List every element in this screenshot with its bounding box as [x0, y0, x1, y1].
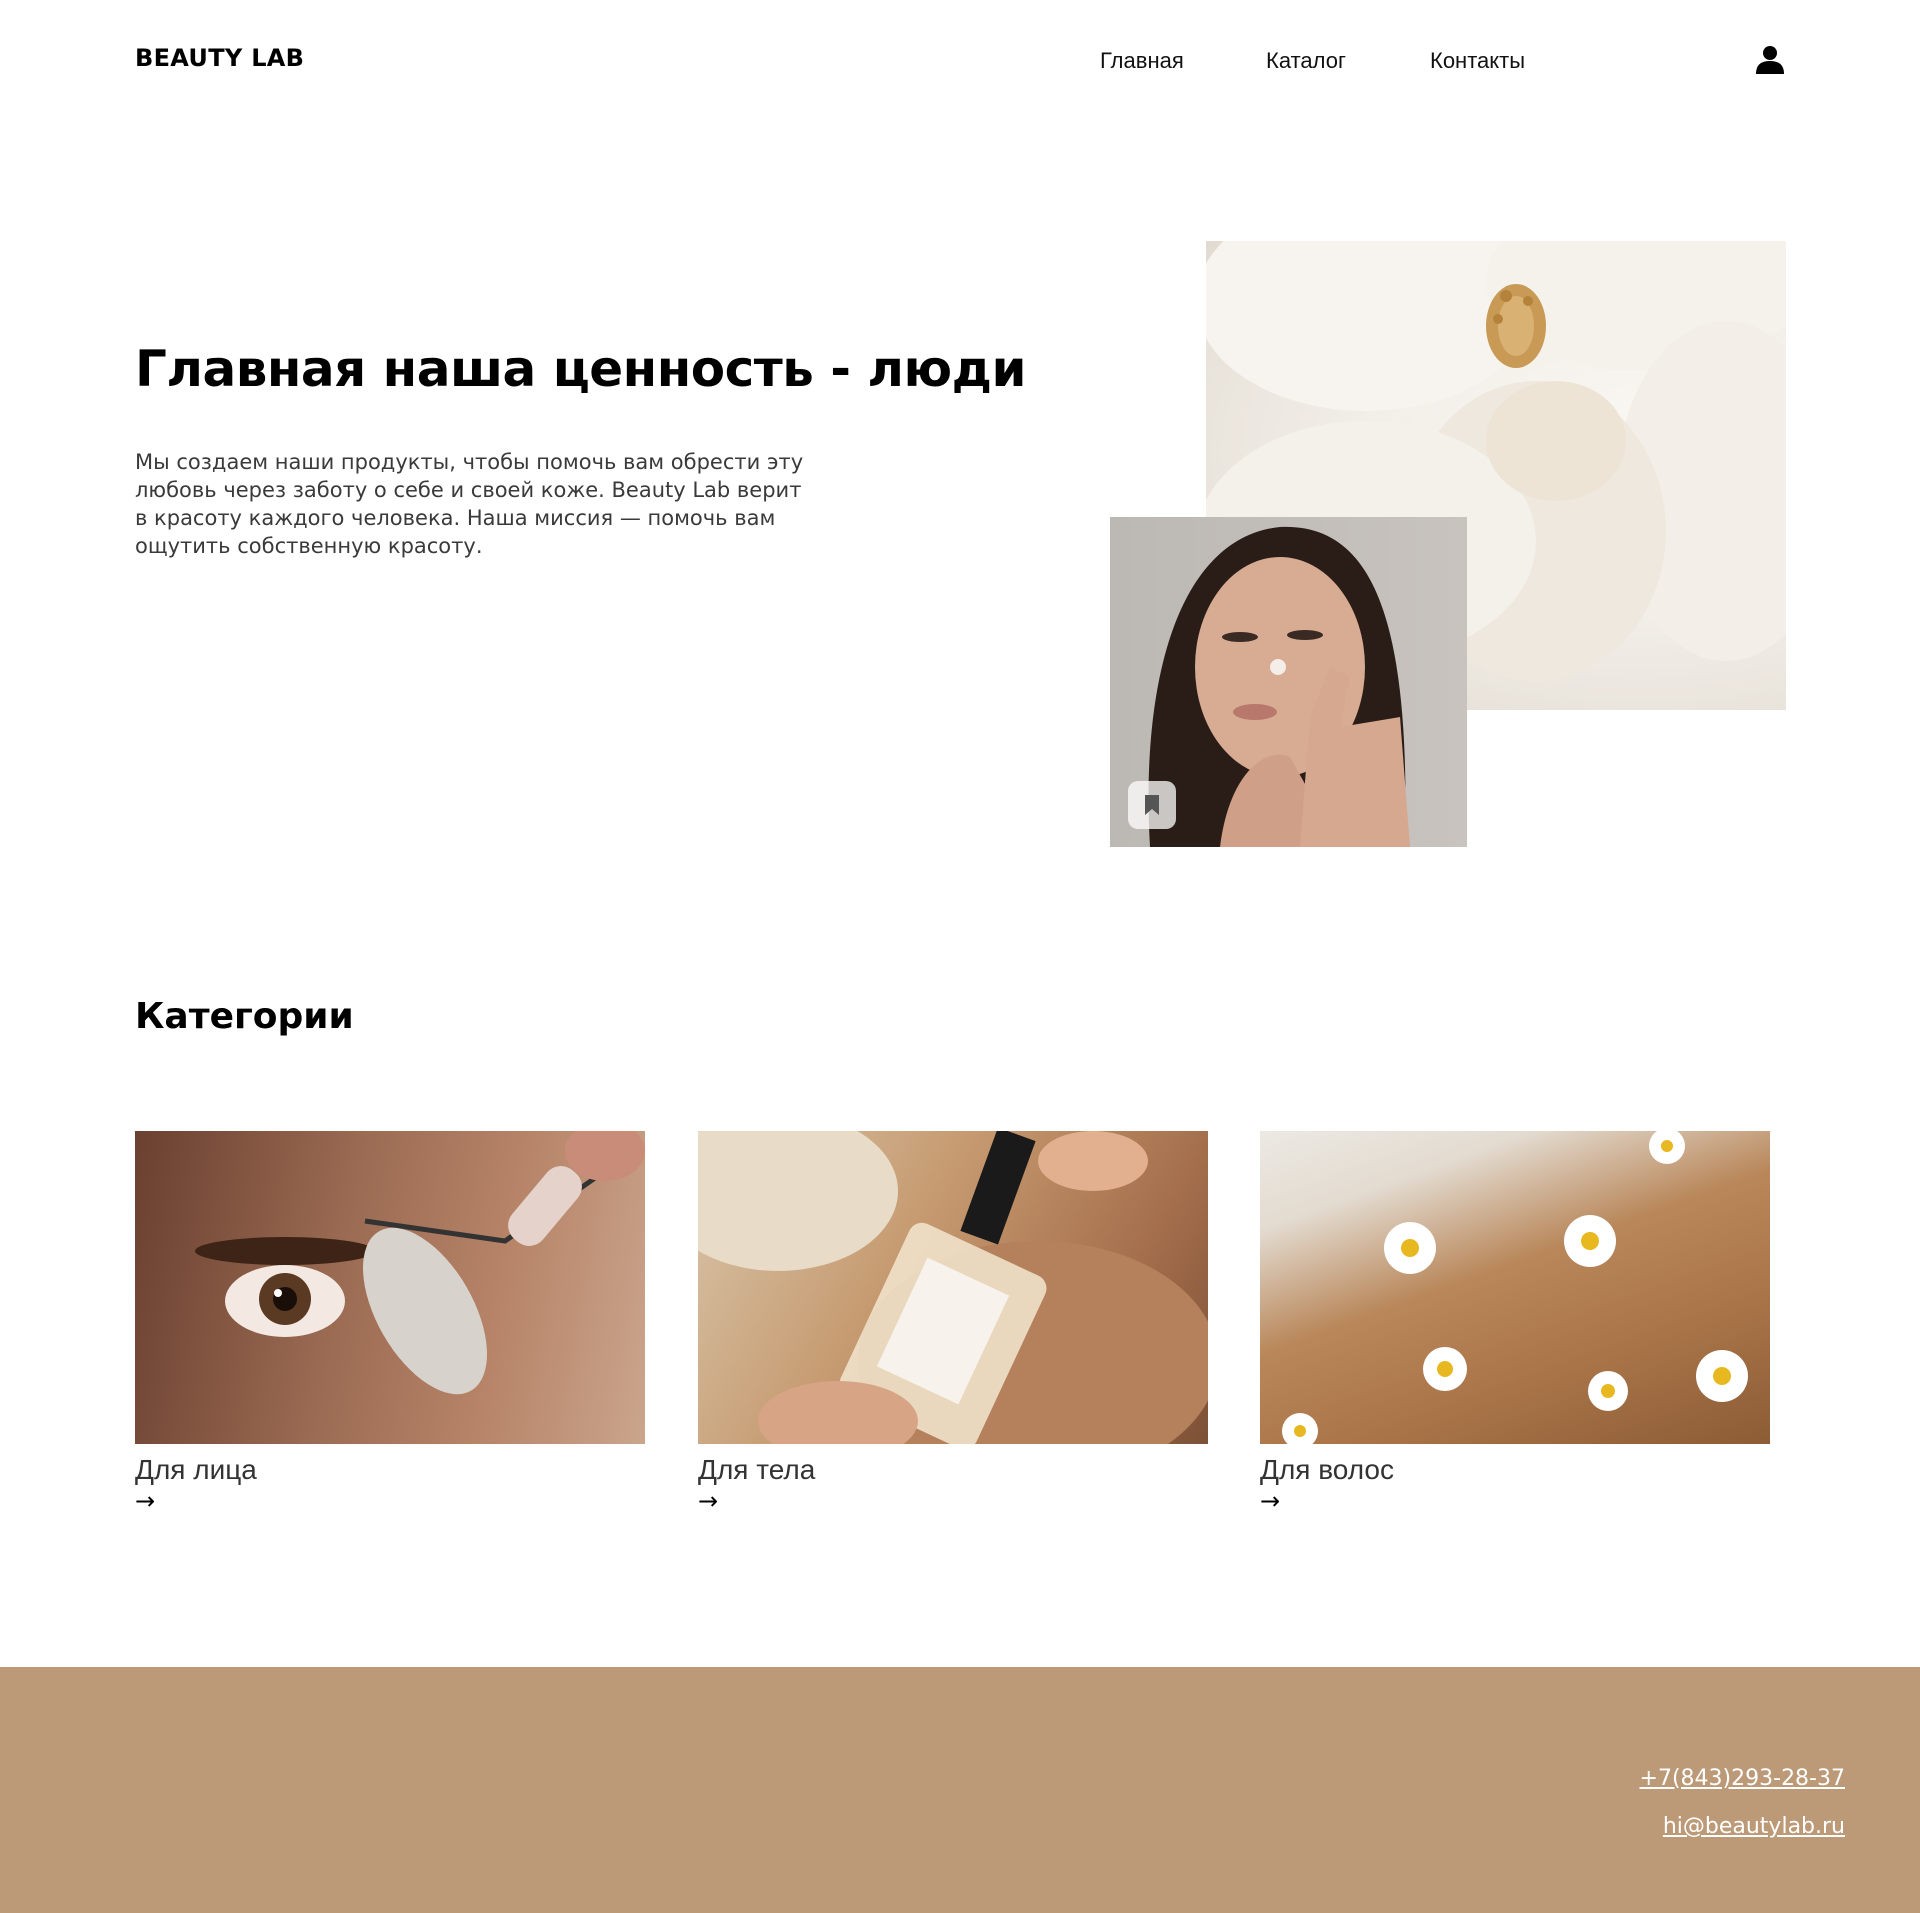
user-icon[interactable] — [1754, 43, 1786, 75]
category-card-face[interactable]: Для лица → — [135, 1131, 645, 1516]
site-header: BEAUTY LAB Главная Каталог Контакты — [0, 0, 1920, 120]
nav-link-contacts[interactable]: Контакты — [1430, 48, 1525, 74]
hero-title: Главная наша ценность - люди — [135, 340, 1027, 398]
nav-link-catalog[interactable]: Каталог — [1266, 48, 1346, 74]
category-card-body[interactable]: Для тела → — [698, 1131, 1208, 1516]
category-title-hair: Для волос — [1260, 1454, 1394, 1485]
body-oil-photo — [698, 1131, 1208, 1444]
arrow-right-icon[interactable]: → — [135, 1486, 645, 1516]
woman-photo — [1110, 517, 1467, 847]
category-title-face: Для лица — [135, 1454, 257, 1485]
category-card-hair[interactable]: Для волос → — [1260, 1131, 1770, 1516]
nav-link-home[interactable]: Главная — [1100, 48, 1184, 74]
footer-email[interactable]: hi@beautylab.ru — [1663, 1814, 1845, 1839]
hero-text: Мы создаем наши продукты, чтобы помочь в… — [135, 450, 804, 558]
categories-heading: Категории — [135, 996, 354, 1037]
arrow-right-icon[interactable]: → — [1260, 1486, 1770, 1516]
category-title-body: Для тела — [698, 1454, 816, 1485]
arrow-right-icon[interactable]: → — [698, 1486, 1208, 1516]
bookmark-icon — [1145, 795, 1159, 815]
bookmark-button[interactable] — [1128, 781, 1176, 829]
page: BEAUTY LAB Главная Каталог Контакты Глав… — [0, 0, 1920, 1913]
face-roller-photo — [135, 1131, 645, 1444]
logo[interactable]: BEAUTY LAB — [135, 44, 304, 72]
footer-phone[interactable]: +7(843)293-28-37 — [1640, 1766, 1845, 1791]
site-footer: +7(843)293-28-37 hi@beautylab.ru — [0, 1667, 1920, 1913]
hair-daisies-photo — [1260, 1131, 1770, 1444]
